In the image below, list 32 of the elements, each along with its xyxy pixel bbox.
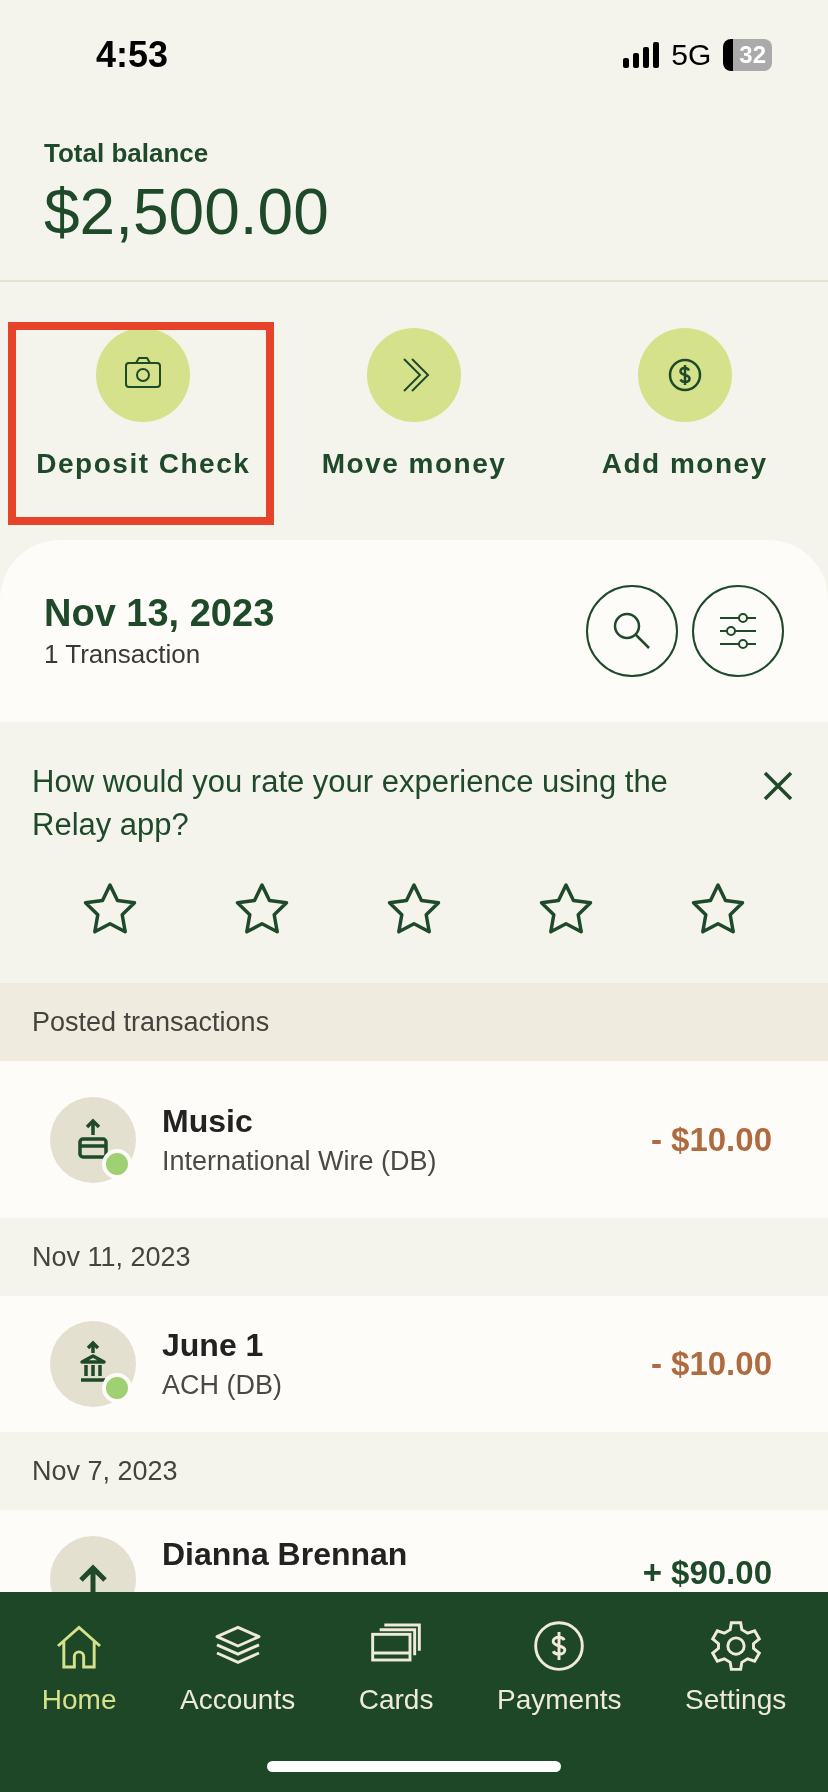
add-money-button[interactable]: Add money <box>549 282 820 540</box>
signal-icon <box>623 42 660 68</box>
nav-tab[interactable]: Cards <box>358 1618 434 1716</box>
date-label: Nov 11, 2023 <box>32 1241 191 1273</box>
balance-label: Total balance <box>44 138 209 169</box>
transaction-row[interactable]: Music International Wire (DB) - $10.00 <box>0 1061 828 1218</box>
transaction-amount: - $10.00 <box>650 1345 772 1383</box>
deposit-check-button[interactable]: Deposit Check <box>8 282 279 540</box>
transaction-row[interactable]: June 1 ACH (DB) - $10.00 <box>0 1296 828 1432</box>
filter-button[interactable] <box>692 585 784 677</box>
section-title: Posted transactions <box>32 1006 270 1038</box>
move-money-button[interactable]: Move money <box>278 282 550 540</box>
status-time: 4:53 <box>96 34 169 76</box>
transaction-count: 1 Transaction <box>44 639 201 670</box>
nav-tab[interactable]: Accounts <box>180 1618 296 1716</box>
transaction-name: June 1 <box>162 1327 264 1364</box>
nav-tab[interactable]: Settings <box>685 1618 787 1716</box>
transaction-amount: + $90.00 <box>642 1554 772 1592</box>
survey-question: How would you rate your experience using the Relay app? <box>32 763 669 844</box>
nav-tab[interactable]: Home <box>41 1618 117 1716</box>
battery-indicator: 32 <box>723 39 772 71</box>
day-date: Nov 13, 2023 <box>44 592 275 635</box>
transaction-type: International Wire (DB) <box>162 1145 437 1177</box>
transaction-name: Music <box>162 1102 253 1140</box>
date-label: Nov 7, 2023 <box>32 1455 178 1487</box>
nav-tab[interactable]: Payments <box>497 1618 622 1716</box>
transaction-type: ACH (DB) <box>162 1370 282 1401</box>
transaction-name: Dianna Brennan <box>162 1536 408 1573</box>
transaction-amount: - $10.00 <box>650 1120 772 1159</box>
network-label: 5G <box>671 38 712 72</box>
balance-amount: $2,500.00 <box>44 175 329 249</box>
search-button[interactable] <box>586 585 678 677</box>
